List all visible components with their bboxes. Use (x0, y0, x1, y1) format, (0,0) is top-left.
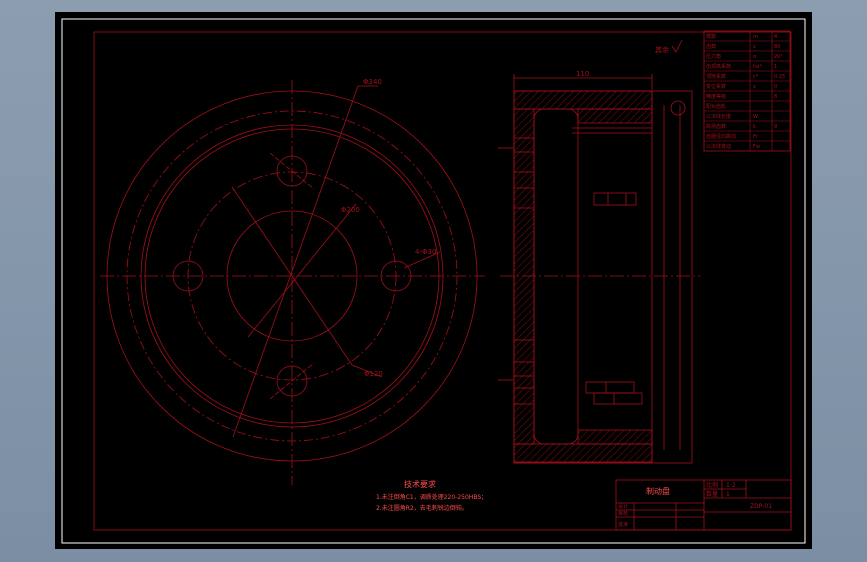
parameter-table-cell-label: 齿数 (706, 43, 716, 50)
parameter-table-cell-value: 0 (774, 84, 777, 90)
parameter-table-cell-value: 20° (774, 54, 783, 60)
parameter-table-cell-code: W (753, 114, 758, 120)
parameter-table-cell-label: 压力角 (706, 53, 721, 60)
parameter-table-cell-value: 8 (774, 94, 777, 100)
scale-value: 1:2 (726, 482, 736, 489)
parameter-table-cell-label: 跨测齿数 (706, 123, 726, 130)
parameter-table-cell-label: 配对齿轮 (706, 103, 726, 110)
hatch-inner-top (577, 108, 653, 124)
roughness-note: 其余 (655, 45, 669, 54)
hatch-top (513, 90, 653, 110)
bore-label: Φ120 (364, 370, 383, 378)
parameter-table-cell-value: 80 (774, 44, 780, 50)
parameter-table-cell-code: k (753, 124, 756, 130)
part-name: 制动盘 (646, 486, 670, 496)
hatch-inner-bottom (577, 429, 653, 445)
cad-canvas: Φ340 Φ200 4-Φ30 Φ120 110 其余 模数 m 4齿数 z 8… (55, 12, 812, 549)
parameter-table-cell-label: 齿顶高系数 (706, 63, 731, 70)
checker-label: 审核 (618, 510, 628, 517)
approver-label: 批准 (618, 521, 628, 528)
drawing-frame-background (55, 12, 812, 549)
tech-req-item-1: 1.未注倒角C1，调质处理220-250HBS； (376, 493, 487, 501)
parameter-table-cell-label: 精度等级 (706, 93, 726, 100)
parameter-table-cell-value: 0.25 (774, 74, 785, 80)
parameter-table-cell-code: m (753, 34, 758, 40)
parameter-table-cell-label: 公法线变动 (706, 143, 731, 150)
parameter-table-cell-value: 9 (774, 124, 777, 130)
parameter-table-cell-code: ha* (753, 64, 762, 70)
parameter-table-cell-label: 齿圈径向跳动 (706, 133, 736, 140)
width-label: 110 (576, 70, 589, 78)
parameter-table-cell-code: c* (753, 74, 759, 80)
parameter-table-cell-value: 1 (774, 64, 777, 70)
parameter-table-cell-code: x (753, 84, 756, 90)
parameter-table-cell-label: 变位系数 (706, 83, 726, 90)
tech-req-item-2: 2.未注圆角R2，去毛刺锐边倒钝。 (376, 504, 468, 512)
hole-spec-label: 4-Φ30 (415, 248, 436, 256)
parameter-table-cell-label: 模数 (706, 33, 716, 40)
qty-value: 1 (726, 491, 730, 498)
drawing-viewport: Φ340 Φ200 4-Φ30 Φ120 110 其余 模数 m 4 齿数 z … (0, 0, 867, 562)
qty-label: 数量 (706, 490, 718, 498)
hatch-flange (513, 108, 535, 445)
parameter-table-cell-label: 公法线长度 (706, 113, 731, 120)
tech-req-title: 技术要求 (404, 479, 436, 489)
parameter-table-cell-code: Fw (753, 144, 760, 150)
hatch-bottom (513, 443, 653, 463)
parameter-table-cell-label: 顶隙系数 (706, 73, 726, 80)
designer-label: 设计 (618, 503, 628, 510)
scale-label: 比例 (706, 481, 718, 489)
parameter-table-cell-value: 4 (774, 34, 777, 40)
pitch-diameter-label: Φ200 (341, 206, 360, 214)
drawing-number: ZDP-01 (750, 503, 772, 510)
outer-diameter-label: Φ340 (363, 78, 382, 86)
parameter-table-cell-code: z (753, 44, 756, 50)
